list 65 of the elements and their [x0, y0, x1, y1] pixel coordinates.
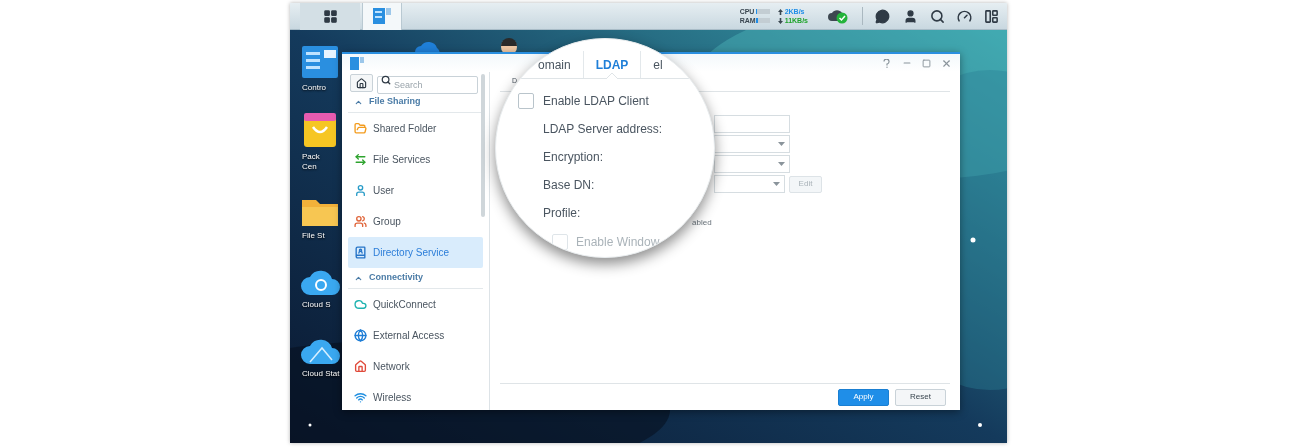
chat-icon[interactable] — [875, 8, 890, 24]
field-label: Profile: — [543, 205, 581, 222]
home-button[interactable] — [350, 74, 373, 92]
house-icon — [354, 360, 367, 373]
search-field[interactable]: Search — [377, 76, 478, 94]
checkbox[interactable] — [518, 93, 534, 109]
sidebar-item[interactable]: QuickConnect — [348, 289, 483, 320]
down-arrow-icon — [777, 17, 783, 24]
dropdown-arrow-icon — [778, 142, 785, 146]
tab[interactable]: omain — [526, 51, 584, 78]
sidebar-item[interactable]: Group — [348, 206, 483, 237]
desktop-icon-label: Contro — [301, 83, 326, 93]
close-icon[interactable] — [941, 57, 952, 69]
gauge-icon[interactable] — [957, 8, 972, 24]
widgets-icon[interactable] — [984, 8, 999, 24]
window-icon — [372, 7, 392, 25]
field-label: Encryption: — [543, 149, 604, 166]
sidebar-item[interactable]: Wireless — [348, 382, 483, 410]
desktop-icon-label: Cloud Stat — [301, 369, 340, 379]
book-icon — [354, 246, 367, 259]
grid-icon — [322, 8, 338, 24]
usage-meter — [755, 9, 770, 14]
reset-button[interactable]: Reset — [895, 388, 946, 406]
dropdown-field[interactable] — [714, 175, 785, 193]
cloud-icon — [354, 298, 367, 311]
home-icon — [356, 77, 367, 89]
control-panel-icon[interactable] — [300, 44, 340, 80]
wifi-icon — [354, 391, 367, 404]
dropdown-field[interactable] — [714, 155, 790, 173]
checkbox-label: Enable Window — [576, 233, 660, 251]
text-field[interactable] — [714, 115, 790, 133]
dropdown-arrow-icon — [773, 182, 780, 186]
globe-icon — [354, 329, 367, 342]
checkbox-label: Enable LDAP Client — [543, 93, 649, 110]
sidebar-item[interactable]: Directory Service — [348, 237, 483, 268]
sidebar-item[interactable]: Network — [348, 351, 483, 382]
desktop-icon-label: Pack Cen — [301, 152, 320, 172]
users-icon — [354, 215, 367, 228]
folder-icon — [354, 122, 367, 135]
desktop-icon-label: File St — [301, 231, 325, 241]
field-label: Base DN: — [543, 177, 595, 194]
tab[interactable]: el — [641, 51, 675, 78]
section-header[interactable]: Connectivity — [348, 268, 483, 289]
search-icon — [381, 75, 391, 85]
up-arrow-icon — [777, 8, 783, 15]
app-icon — [350, 56, 364, 70]
help-icon[interactable] — [883, 58, 890, 68]
field-label: LDAP Server address: — [543, 121, 663, 138]
sidebar-item[interactable]: User — [348, 175, 483, 206]
desktop-icon-label: Cloud S — [301, 300, 331, 310]
tab[interactable]: LDAP — [583, 51, 642, 78]
dropdown-field[interactable] — [714, 135, 790, 153]
option-text: abled — [692, 217, 712, 229]
main-menu-button[interactable] — [300, 3, 360, 30]
user-icon[interactable] — [903, 8, 918, 24]
cloud-check-icon[interactable] — [828, 8, 848, 24]
sidebar-item[interactable]: External Access — [348, 320, 483, 351]
taskbar-app-button[interactable] — [362, 3, 402, 30]
dropdown-arrow-icon — [778, 162, 785, 166]
search-icon[interactable] — [930, 8, 945, 24]
sidebar-item[interactable]: File Services — [348, 144, 483, 175]
sidebar-item[interactable]: Shared Folder — [348, 113, 483, 144]
usage-meter — [755, 18, 770, 23]
arrows-icon — [354, 153, 367, 166]
user-icon — [354, 184, 367, 197]
